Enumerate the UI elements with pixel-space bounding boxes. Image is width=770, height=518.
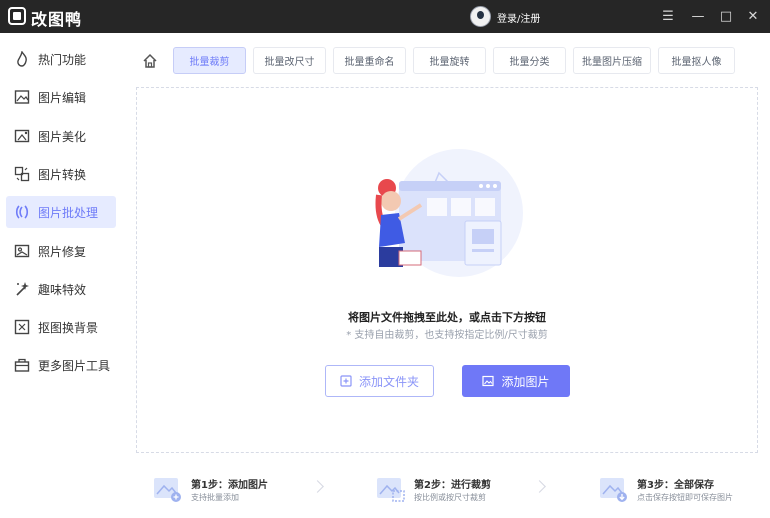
add-image-icon	[482, 375, 495, 387]
step-title: 第3步：全部保存	[637, 480, 714, 491]
image-convert-icon	[14, 166, 30, 182]
app-name: 改图鸭	[31, 10, 83, 29]
app-logo-icon	[8, 7, 26, 25]
tab-batch-rename[interactable]: 批量重命名	[333, 47, 406, 74]
avatar-icon[interactable]	[470, 6, 491, 27]
sidebar-item-label: 图片批处理	[38, 206, 99, 220]
app-window: 改图鸭 登录/注册 ☰ — □ ✕ 热门功能 图片编辑 图片美化 图片转换 图片…	[0, 0, 770, 518]
image-edit-icon	[14, 90, 30, 104]
toolbox-icon	[14, 358, 30, 372]
upload-illustration-icon	[375, 149, 523, 277]
sidebar-item-label: 图片转换	[38, 168, 87, 182]
image-beautify-icon	[14, 129, 30, 143]
sidebar-item-label: 趣味特效	[38, 283, 87, 297]
drop-zone[interactable]: 将图片文件拖拽至此处，或点击下方按钮 * 支持自由裁剪，也支持按指定比例/尺寸裁…	[136, 87, 758, 453]
photo-repair-icon	[14, 244, 30, 258]
add-image-button[interactable]: 添加图片	[462, 365, 570, 397]
tab-batch-rotate[interactable]: 批量旋转	[413, 47, 486, 74]
step-add-image-icon	[154, 478, 181, 502]
fire-icon	[17, 51, 27, 67]
add-folder-icon	[340, 375, 352, 387]
sidebar-item-label: 抠图换背景	[38, 321, 99, 335]
steps-bar: 第1步：添加图片 支持批量添加 第2步：进行裁剪 按比例或按尺寸裁剪 第3步：全…	[136, 463, 758, 518]
drop-hint-title: 将图片文件拖拽至此处，或点击下方按钮	[348, 311, 546, 324]
add-image-label: 添加图片	[501, 374, 550, 389]
tab-batch-compress[interactable]: 批量图片压缩	[573, 47, 651, 74]
batch-process-icon	[15, 205, 29, 219]
magic-wand-icon	[16, 282, 29, 296]
sidebar-item-label: 热门功能	[38, 53, 87, 67]
sidebar-item-fun-effects[interactable]: 趣味特效	[6, 273, 116, 305]
home-icon	[143, 53, 157, 68]
drop-hint-subtitle: * 支持自由裁剪，也支持按指定比例/尺寸裁剪	[346, 330, 548, 341]
add-folder-button[interactable]: 添加文件夹	[325, 365, 434, 397]
sidebar-item-image-convert[interactable]: 图片转换	[6, 158, 116, 190]
sidebar-item-more-tools[interactable]: 更多图片工具	[6, 349, 116, 381]
menu-icon[interactable]: ☰	[659, 7, 677, 25]
step-subtitle: 支持批量添加	[191, 493, 239, 502]
step-title: 第2步：进行裁剪	[414, 480, 491, 491]
step-subtitle: 按比例或按尺寸裁剪	[414, 493, 486, 502]
sidebar-item-photo-repair[interactable]: 照片修复	[6, 235, 116, 267]
sidebar-item-image-edit[interactable]: 图片编辑	[6, 81, 116, 113]
tab-batch-resize[interactable]: 批量改尺寸	[253, 47, 326, 74]
cutout-icon	[14, 319, 30, 335]
tab-batch-classify[interactable]: 批量分类	[493, 47, 566, 74]
sidebar-item-label: 图片美化	[38, 130, 87, 144]
sidebar-item-label: 照片修复	[38, 245, 87, 259]
tab-batch-portrait-cutout[interactable]: 批量抠人像	[658, 47, 735, 74]
maximize-icon[interactable]: □	[717, 7, 735, 25]
tab-batch-crop[interactable]: 批量裁剪	[173, 47, 246, 74]
login-register-link[interactable]: 登录/注册	[497, 10, 540, 25]
chevron-right-icon	[311, 480, 324, 493]
sidebar-item-cutout-background[interactable]: 抠图换背景	[6, 311, 116, 343]
sidebar-item-label: 图片编辑	[38, 91, 87, 105]
step-save-icon	[600, 478, 627, 502]
sidebar-item-batch-process[interactable]: 图片批处理	[6, 196, 116, 228]
title-bar: 改图鸭 登录/注册 ☰ — □ ✕	[0, 0, 770, 33]
minimize-icon[interactable]: —	[689, 7, 707, 25]
home-button[interactable]	[140, 51, 160, 71]
step-crop-icon	[377, 478, 405, 502]
sidebar-item-hot-functions[interactable]: 热门功能	[6, 43, 116, 75]
close-icon[interactable]: ✕	[744, 7, 762, 25]
sidebar-item-label: 更多图片工具	[38, 359, 111, 373]
sidebar: 热门功能 图片编辑 图片美化 图片转换 图片批处理 照片修复 趣味特效 抠图换背…	[0, 33, 124, 518]
sidebar-item-image-beautify[interactable]: 图片美化	[6, 120, 116, 152]
chevron-right-icon	[533, 480, 546, 493]
add-folder-label: 添加文件夹	[358, 374, 419, 389]
step-title: 第1步：添加图片	[191, 480, 268, 491]
main-content: 批量裁剪 批量改尺寸 批量重命名 批量旋转 批量分类 批量图片压缩 批量抠人像	[123, 33, 770, 518]
step-subtitle: 点击保存按钮即可保存图片	[637, 493, 733, 502]
